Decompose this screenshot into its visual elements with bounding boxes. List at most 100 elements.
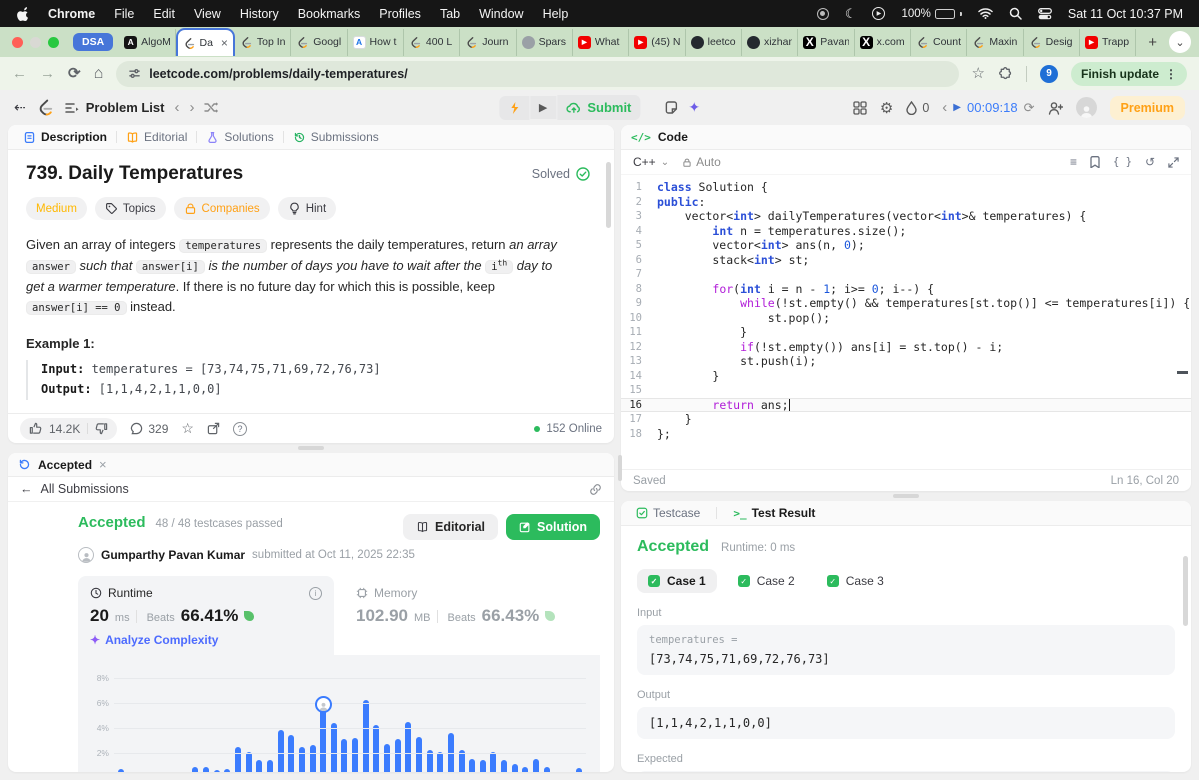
url-text[interactable]: leetcode.com/problems/daily-temperatures… (149, 67, 407, 81)
add-user-icon[interactable] (1048, 101, 1063, 115)
code-line-4[interactable]: 4 int n = temperatures.size(); (621, 224, 1191, 239)
home-icon[interactable]: ⌂ (94, 65, 104, 82)
bar-39ms[interactable] (522, 766, 529, 772)
menu-item-view[interactable]: View (194, 7, 221, 21)
code-line-1[interactable]: 1 class Solution { (621, 180, 1191, 195)
bar-22ms[interactable] (341, 739, 348, 772)
minimize-window-button[interactable] (30, 36, 41, 48)
control-center-icon[interactable] (1037, 7, 1052, 20)
menu-item-file[interactable]: File (114, 7, 134, 21)
menu-item-window[interactable]: Window (479, 7, 523, 21)
bar-26ms[interactable] (384, 744, 391, 772)
menu-item-bookmarks[interactable]: Bookmarks (298, 7, 361, 21)
code-line-3[interactable]: 3 vector<int> dailyTemperatures(vector<i… (621, 209, 1191, 224)
dots-menu-icon[interactable]: ⋮ (1165, 67, 1177, 81)
bookmark-star-icon[interactable]: ☆ (972, 66, 985, 81)
menu-item-profiles[interactable]: Profiles (379, 7, 421, 21)
bar-1ms[interactable] (118, 769, 124, 772)
play-circle-icon[interactable]: ▶ (872, 7, 886, 20)
browser-tab-da[interactable]: Da × (175, 28, 235, 56)
editorial-button[interactable]: Editorial (402, 514, 498, 540)
close-submission-tab-icon[interactable]: × (99, 457, 107, 472)
browser-tab-journ[interactable]: Journ (460, 28, 517, 56)
bar-18ms[interactable] (298, 746, 305, 772)
bar-27ms[interactable] (394, 739, 401, 772)
browser-tab--45-n[interactable]: ▶ (45) N (629, 28, 686, 56)
session-timer[interactable]: ‹ ▶ 00:09:18 ⟳ (942, 100, 1034, 116)
bar-28ms[interactable] (405, 721, 412, 772)
tab-testcase[interactable]: Testcase (631, 506, 705, 520)
bar-14ms[interactable] (256, 760, 263, 772)
notes-icon[interactable] (664, 100, 678, 115)
shuffle-icon[interactable] (204, 101, 219, 114)
browser-tab-top-in[interactable]: Top In (235, 28, 292, 56)
url-bar[interactable]: leetcode.com/problems/daily-temperatures… (116, 60, 959, 87)
submit-button[interactable]: Submit (557, 95, 641, 120)
bar-9ms[interactable] (203, 766, 210, 772)
bar-31ms[interactable] (437, 751, 444, 772)
bar-35ms[interactable] (479, 760, 486, 772)
braces-icon[interactable]: { } (1113, 156, 1132, 168)
browser-tab-pavan[interactable]: X Pavan (798, 28, 855, 56)
companies-button[interactable]: Companies (173, 197, 270, 220)
premium-button[interactable]: Premium (1109, 95, 1185, 120)
reset-code-icon[interactable]: ↺ (1145, 155, 1155, 169)
favorite-star-icon[interactable]: ☆ (181, 420, 194, 437)
case-tab-1[interactable]: ✓ Case 1 (637, 569, 717, 593)
code-line-11[interactable]: 11 } (621, 325, 1191, 340)
browser-tab-trapp[interactable]: ▶ Trapp (1080, 28, 1137, 56)
user-avatar[interactable] (1075, 97, 1097, 118)
finish-update-button[interactable]: Finish update ⋮ (1071, 61, 1187, 86)
next-problem-icon[interactable]: › (189, 100, 194, 115)
horizontal-resize-handle[interactable] (298, 446, 324, 450)
bar-36ms[interactable] (490, 751, 497, 772)
nav-collapse-icon[interactable]: ⇠ (14, 99, 26, 116)
browser-tab-leetco[interactable]: leetco (686, 28, 742, 56)
browser-tab-algom[interactable]: A AlgoM (119, 28, 176, 56)
debug-button[interactable] (498, 95, 529, 120)
timer-play-icon[interactable]: ▶ (953, 102, 961, 113)
timer-reset-icon[interactable]: ⟳ (1024, 100, 1035, 116)
hint-button[interactable]: Hint (277, 197, 337, 220)
bar-29ms[interactable] (415, 736, 422, 772)
browser-tab-xizhan[interactable]: xizhan (742, 28, 799, 56)
code-editor[interactable]: 1 class Solution {2 public: 3 vector<int> d… (621, 175, 1191, 469)
code-line-13[interactable]: 13 st.push(i); (621, 354, 1191, 369)
tab-submissions[interactable]: Submissions (288, 130, 384, 144)
profile-badge[interactable]: 9 (1040, 64, 1058, 83)
output-box[interactable]: [1,1,4,2,1,1,0,0] (637, 707, 1175, 739)
vote-buttons[interactable]: 14.2K (20, 417, 118, 440)
difficulty-badge[interactable]: Medium (26, 197, 87, 220)
tab-search-chevron[interactable]: ⌄ (1169, 31, 1191, 53)
help-icon[interactable]: ? (232, 421, 247, 436)
test-scrollbar[interactable] (1183, 556, 1188, 626)
submission-tab[interactable]: Accepted × (8, 453, 614, 477)
comments-button[interactable]: 329 (130, 422, 168, 436)
code-line-14[interactable]: 14 } (621, 369, 1191, 384)
browser-tab-how-t[interactable]: A How t (348, 28, 404, 56)
code-line-17[interactable]: 17 } (621, 412, 1191, 427)
browser-tab-what[interactable]: ▶ What (573, 28, 630, 56)
copy-link-icon[interactable] (589, 483, 602, 496)
menu-item-edit[interactable]: Edit (153, 7, 175, 21)
bar-23ms[interactable] (352, 737, 359, 772)
language-chevron-icon[interactable]: ⌄ (661, 157, 669, 168)
bar-44ms[interactable] (575, 767, 582, 772)
bar-21ms[interactable] (330, 722, 337, 772)
browser-tab-maxin[interactable]: Maxin (967, 28, 1024, 56)
column-resize-handle[interactable] (618, 455, 622, 481)
topics-button[interactable]: Topics (94, 197, 166, 220)
back-arrow-icon[interactable]: ← (20, 482, 33, 496)
code-line-18[interactable]: 18}; (621, 427, 1191, 442)
bar-40ms[interactable] (532, 759, 539, 772)
extensions-icon[interactable] (998, 66, 1013, 81)
expand-icon[interactable] (1168, 156, 1179, 168)
tab-description[interactable]: Description (18, 130, 112, 144)
case-tab-2[interactable]: ✓ Case 2 (727, 569, 806, 593)
bar-20ms[interactable] (320, 704, 327, 772)
vertical-resize-handle[interactable] (893, 494, 919, 498)
menu-item-chrome[interactable]: Chrome (48, 7, 95, 21)
runtime-card[interactable]: Runtime i 20 ms Beats 66.41% ✦ Analyze C… (78, 576, 334, 655)
tab-group-label[interactable]: DSA (73, 33, 114, 51)
share-icon[interactable] (207, 422, 220, 435)
